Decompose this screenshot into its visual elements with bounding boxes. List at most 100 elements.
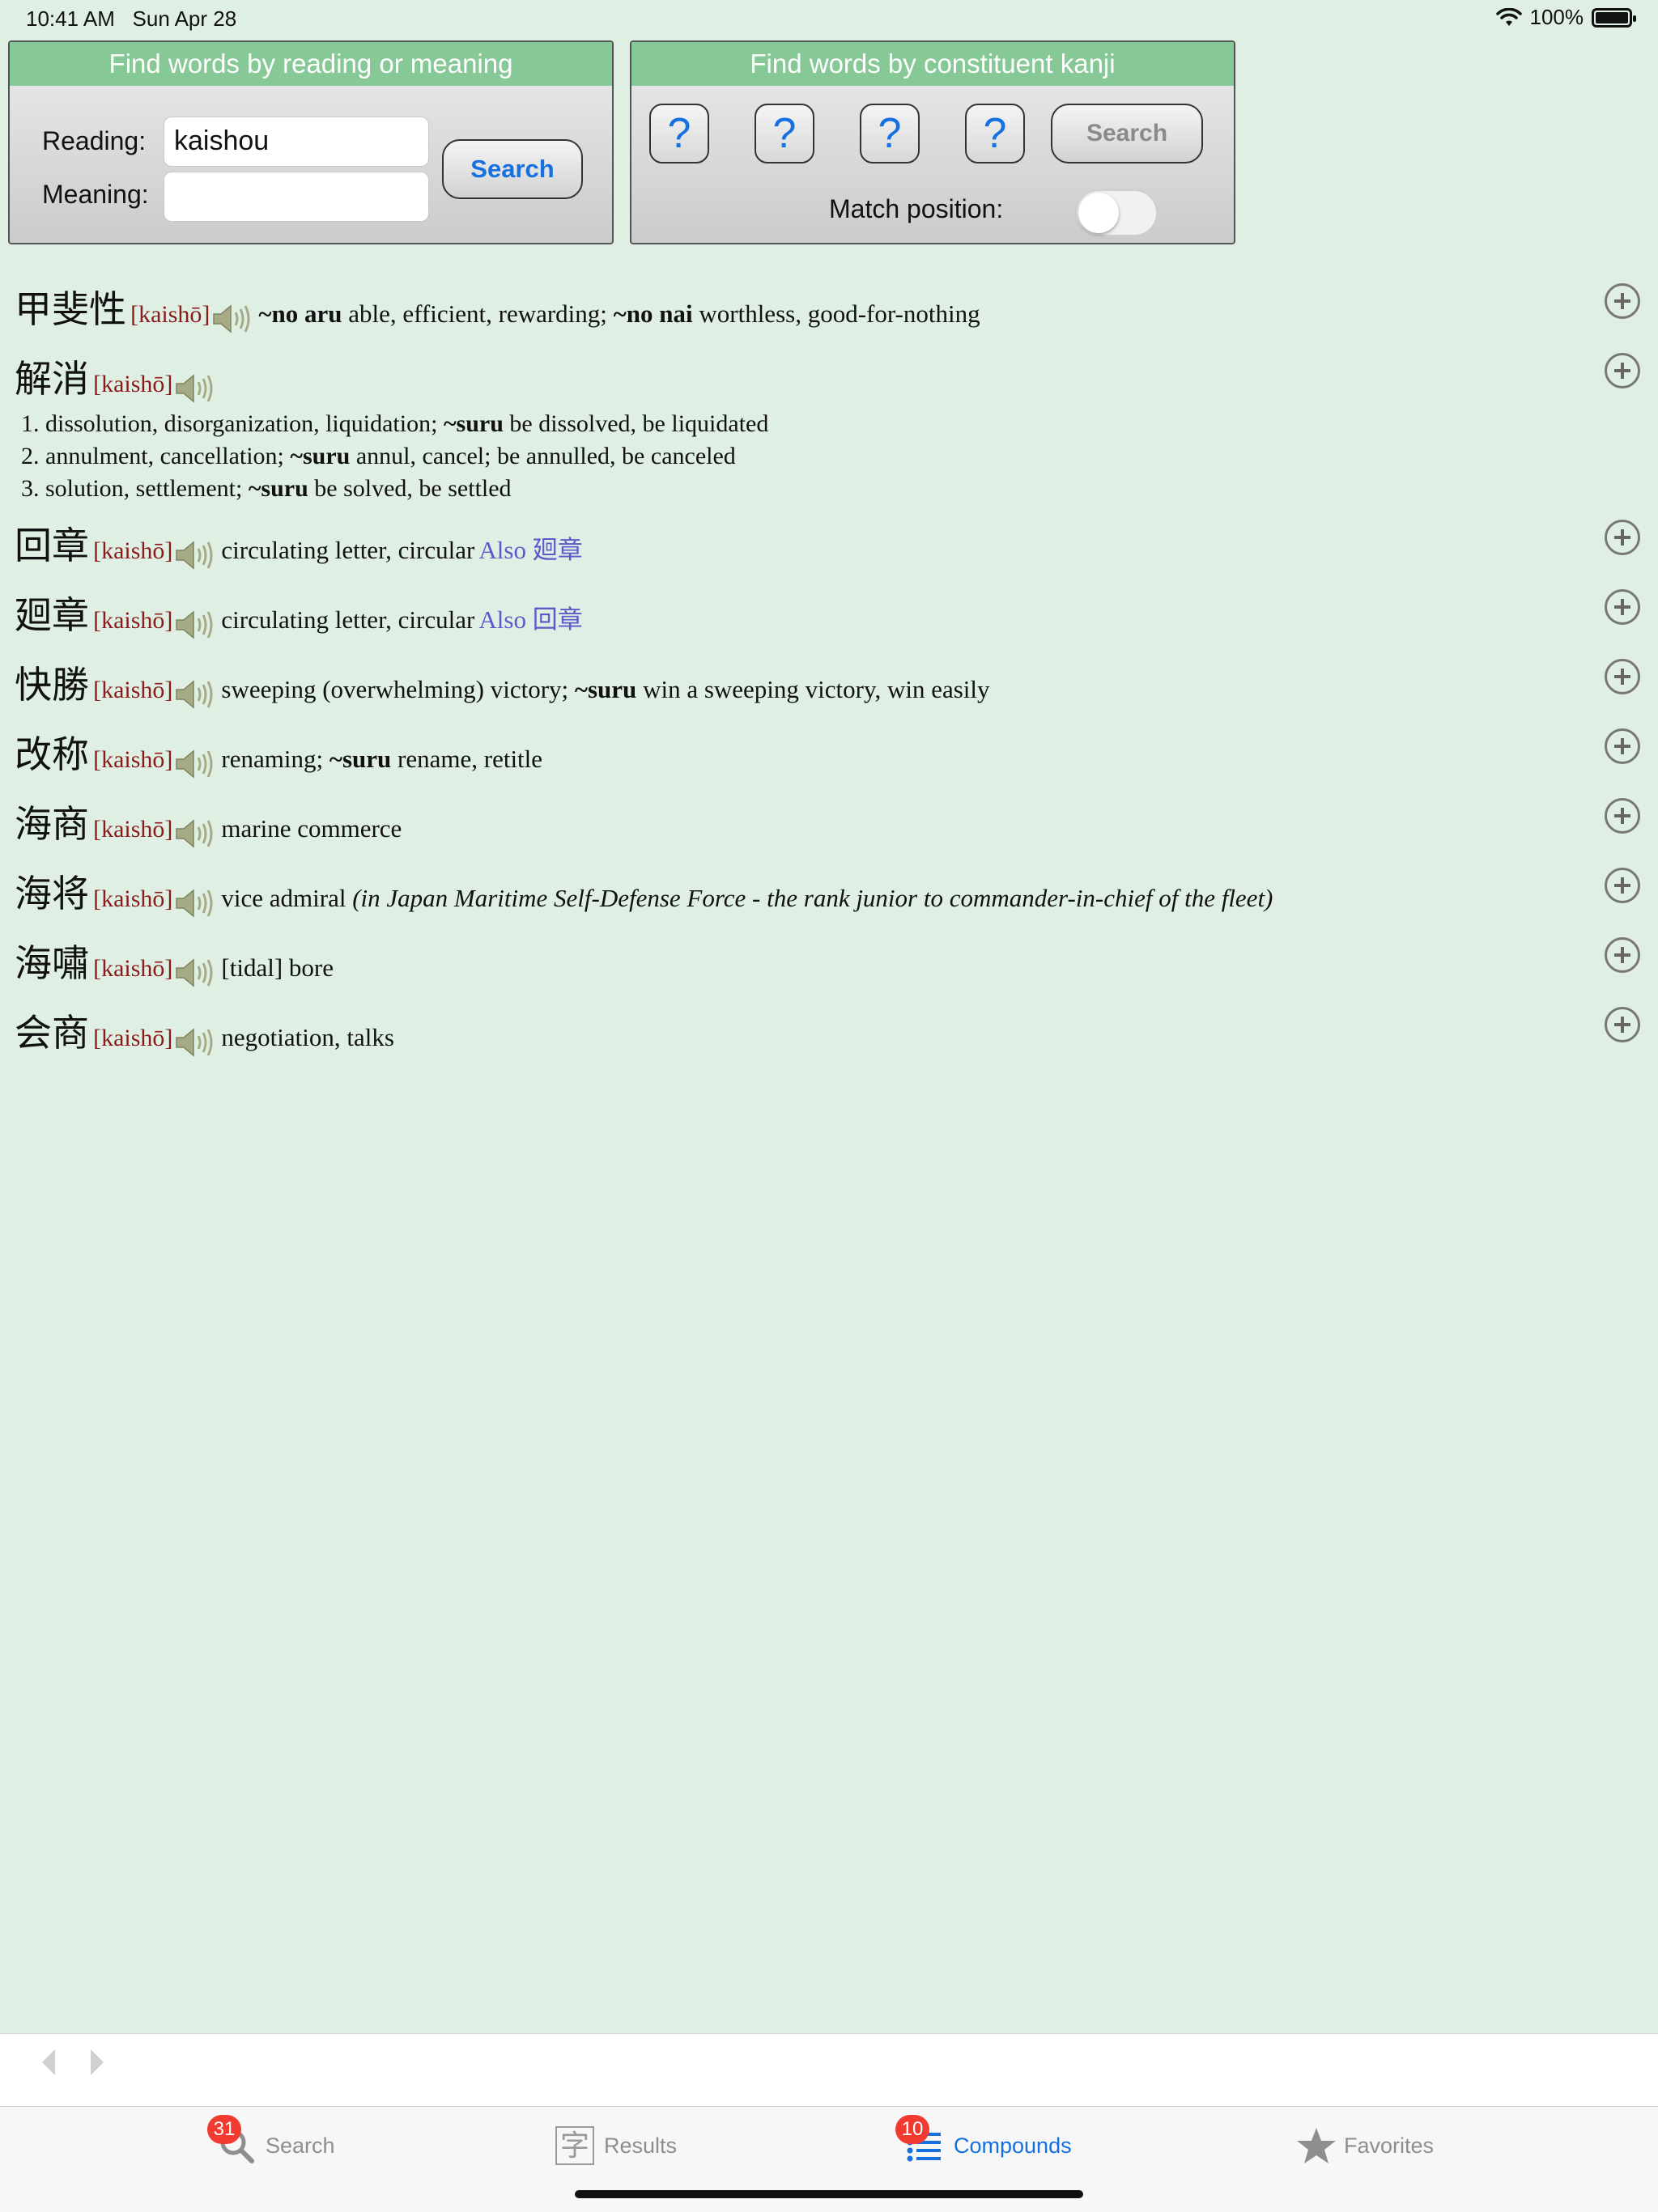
home-indicator: [575, 2190, 1083, 2198]
add-favorite-button[interactable]: [1605, 728, 1640, 764]
speaker-icon[interactable]: [174, 372, 216, 405]
add-favorite-button[interactable]: [1605, 1007, 1640, 1042]
result-entry[interactable]: 甲斐性 [kaishō] ~no aru able, efficient, rew…: [15, 280, 1585, 335]
result-entry[interactable]: 回章 [kaishō] circulating letter, circular …: [15, 516, 1585, 571]
kanji-icon: 字: [555, 2126, 594, 2165]
also-link[interactable]: Also 回章: [478, 605, 582, 634]
kanji-slot-2[interactable]: ?: [755, 104, 814, 163]
kanji-slot-3[interactable]: ?: [860, 104, 920, 163]
entry-sense: 1. dissolution, disorganization, liquida…: [21, 410, 769, 437]
add-favorite-button[interactable]: [1605, 798, 1640, 834]
entry-kanji: 海商: [15, 802, 89, 846]
add-favorite-button[interactable]: [1605, 589, 1640, 625]
entry-kanji: 改称: [15, 732, 89, 776]
speaker-icon[interactable]: [174, 817, 216, 850]
entry-definition: sweeping (overwhelming) victory; ~suru w…: [221, 675, 990, 703]
kanji-search-button[interactable]: Search: [1051, 104, 1203, 163]
reading-input[interactable]: kaishou: [164, 117, 429, 167]
entry-definition: renaming; ~suru rename, retitle: [221, 745, 543, 773]
result-entry[interactable]: 廻章 [kaishō] circulating letter, circular …: [15, 586, 1585, 641]
result-entry[interactable]: 快勝 [kaishō] sweeping (overwhelming) victo…: [15, 656, 1585, 711]
wifi-icon: [1495, 7, 1522, 26]
speaker-icon[interactable]: [174, 1026, 216, 1059]
result-entry[interactable]: 会商 [kaishō] negotiation, talks: [15, 1004, 1585, 1059]
speaker-icon[interactable]: [174, 887, 216, 919]
result-entry[interactable]: 解消 [kaishō] 1. dissolution, disorganizat…: [15, 350, 1585, 505]
history-navigation-bar: [0, 2033, 1658, 2107]
entry-reading: [kaishō]: [130, 301, 210, 328]
add-favorite-button[interactable]: [1605, 353, 1640, 388]
entry-kanji: 回章: [15, 524, 89, 567]
status-bar: 10:41 AM Sun Apr 28 100%: [0, 0, 1658, 39]
add-favorite-button[interactable]: [1605, 937, 1640, 973]
entry-definition: vice admiral (in Japan Maritime Self-Def…: [221, 884, 1273, 912]
entry-reading: [kaishō]: [93, 537, 173, 564]
status-time: 10:41 AM Sun Apr 28: [26, 6, 237, 31]
star-icon: [1295, 2126, 1336, 2165]
entry-reading: [kaishō]: [93, 885, 173, 912]
entry-kanji: 海嘯: [15, 941, 89, 985]
entry-reading: [kaishō]: [93, 746, 173, 773]
entry-reading: [kaishō]: [93, 816, 173, 843]
entry-kanji: 解消: [15, 357, 89, 401]
result-entry[interactable]: 海商 [kaishō] marine commerce: [15, 795, 1585, 850]
entry-kanji: 会商: [15, 1011, 89, 1055]
speaker-icon[interactable]: [174, 609, 216, 641]
tab-compounds-label: Compounds: [954, 2133, 1072, 2158]
magnifier-icon: 31: [207, 2115, 256, 2165]
compounds-badge: 10: [895, 2115, 929, 2144]
reading-label: Reading:: [42, 126, 147, 155]
add-favorite-button[interactable]: [1605, 520, 1640, 555]
reading-search-panel: Find words by reading or meaning Reading…: [8, 40, 614, 244]
entry-kanji: 甲斐性: [15, 287, 126, 331]
speaker-icon[interactable]: [211, 303, 253, 335]
kanji-slot-4[interactable]: ?: [965, 104, 1025, 163]
result-entry[interactable]: 海将 [kaishō] vice admiral (in Japan Mariti…: [15, 864, 1585, 919]
match-position-toggle[interactable]: [1075, 189, 1158, 236]
result-entry[interactable]: 改称 [kaishō] renaming; ~suru rename, retit…: [15, 725, 1585, 780]
entry-definition: circulating letter, circular: [221, 605, 475, 634]
speaker-icon[interactable]: [174, 678, 216, 711]
result-entry[interactable]: 海嘯 [kaishō] [tidal] bore: [15, 934, 1585, 989]
add-favorite-button[interactable]: [1605, 868, 1640, 903]
match-position-label: Match position:: [829, 194, 1004, 223]
entry-sense: 3. solution, settlement; ~suru be solved…: [21, 474, 512, 502]
reading-search-button[interactable]: Search: [442, 139, 583, 199]
toggle-knob: [1078, 193, 1119, 233]
search-badge: 31: [207, 2115, 241, 2144]
entry-definition: circulating letter, circular: [221, 536, 475, 564]
add-favorite-button[interactable]: [1605, 659, 1640, 694]
add-favorite-button[interactable]: [1605, 283, 1640, 319]
entry-reading: [kaishō]: [93, 607, 173, 634]
entry-sense: 2. annulment, cancellation; ~suru annul,…: [21, 442, 736, 469]
speaker-icon[interactable]: [174, 748, 216, 780]
speaker-icon[interactable]: [174, 957, 216, 989]
tab-search[interactable]: 31 Search: [207, 2107, 335, 2184]
tab-results[interactable]: 字 Results: [555, 2107, 677, 2184]
speaker-icon[interactable]: [174, 539, 216, 571]
entry-definition: negotiation, talks: [221, 1023, 394, 1051]
reading-panel-title: Find words by reading or meaning: [10, 42, 612, 86]
tab-favorites[interactable]: Favorites: [1295, 2107, 1434, 2184]
entry-kanji: 快勝: [15, 663, 89, 707]
back-arrow-icon[interactable]: [37, 2046, 62, 2078]
battery-icon: [1592, 7, 1636, 28]
meaning-label: Meaning:: [42, 180, 149, 209]
meaning-input[interactable]: [164, 172, 429, 222]
battery-percent: 100%: [1529, 5, 1584, 29]
entry-definition: marine commerce: [221, 814, 402, 843]
kanji-slot-1[interactable]: ?: [649, 104, 709, 163]
entry-reading: [kaishō]: [93, 677, 173, 703]
entry-definition: [tidal] bore: [221, 953, 334, 982]
tab-compounds[interactable]: 10 Compounds: [895, 2107, 1072, 2184]
tab-favorites-label: Favorites: [1344, 2133, 1435, 2158]
entry-kanji: 廻章: [15, 593, 89, 637]
entry-kanji: 海将: [15, 872, 89, 915]
also-link[interactable]: Also 廻章: [478, 536, 582, 564]
entry-definition: ~no aru able, efficient, rewarding; ~no …: [258, 299, 980, 328]
kanji-search-panel: Find words by constituent kanji ? ? ? ? …: [630, 40, 1235, 244]
kanji-panel-title: Find words by constituent kanji: [631, 42, 1234, 86]
status-right: 100%: [1495, 5, 1636, 30]
entry-reading: [kaishō]: [93, 955, 173, 982]
forward-arrow-icon[interactable]: [84, 2046, 108, 2078]
